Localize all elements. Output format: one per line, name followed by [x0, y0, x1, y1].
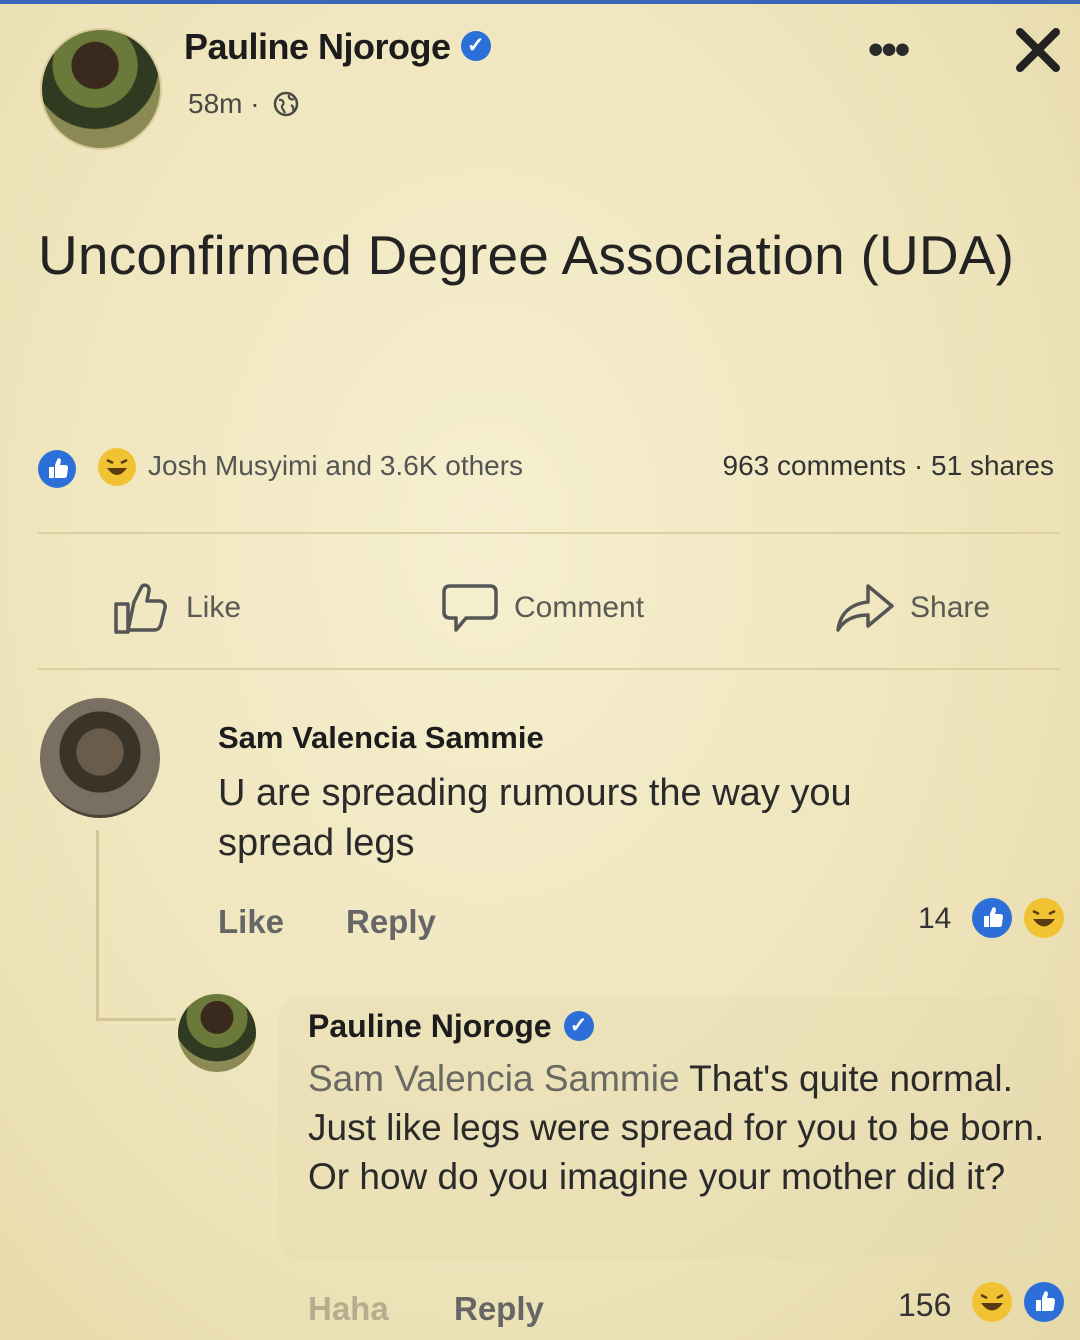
thread-line	[96, 830, 99, 1020]
reply-reply-button[interactable]: Reply	[454, 1290, 544, 1328]
comment-icon	[442, 584, 498, 632]
haha-reaction-icon	[972, 1282, 1012, 1322]
comment-text: U are spreading rumours the way you spre…	[218, 772, 852, 864]
haha-reaction-icon	[98, 448, 136, 486]
comments-shares-count[interactable]: 963 comments · 51 shares	[723, 450, 1055, 482]
comment-label: Comment	[514, 591, 645, 624]
post-time[interactable]: 58m	[188, 88, 242, 119]
more-icon[interactable]: •••	[868, 28, 910, 72]
like-icon	[114, 583, 167, 634]
comment-like-button[interactable]: Like	[218, 903, 284, 941]
like-reaction-icon	[972, 898, 1012, 938]
like-reaction-icon	[1024, 1282, 1064, 1322]
verified-icon: ✓	[460, 31, 491, 62]
haha-reaction-icon	[1024, 898, 1064, 938]
reply-author[interactable]: Pauline Njoroge ✓	[308, 1008, 594, 1045]
comment-reaction-count[interactable]: 14	[918, 902, 951, 936]
top-border	[0, 0, 1080, 4]
divider	[38, 532, 1060, 534]
verified-icon: ✓	[563, 1010, 594, 1041]
reactions-summary[interactable]: Josh Musyimi and 3.6K others 963 comment…	[38, 448, 1068, 488]
reply-text: Sam Valencia Sammie That's quite normal.…	[308, 1054, 1048, 1201]
post-author-name[interactable]: Pauline Njoroge	[184, 26, 451, 67]
reply-reaction-count[interactable]: 156	[898, 1287, 951, 1324]
reply-author-name[interactable]: Pauline Njoroge	[308, 1008, 552, 1044]
reactors-text[interactable]: Josh Musyimi and 3.6K others	[148, 450, 523, 482]
like-label: Like	[186, 591, 242, 624]
divider	[38, 668, 1060, 670]
globe-icon	[274, 91, 299, 116]
comment-reply-button[interactable]: Reply	[346, 903, 436, 941]
commenter-avatar[interactable]	[40, 698, 160, 818]
post-meta: 58m ·	[188, 88, 299, 120]
close-icon[interactable]	[1010, 22, 1066, 78]
reply-mention[interactable]: Sam Valencia Sammie	[308, 1058, 680, 1099]
author-avatar[interactable]	[40, 28, 162, 150]
post-author[interactable]: Pauline Njoroge ✓	[184, 26, 491, 68]
like-button[interactable]: Like	[112, 580, 241, 636]
thread-line	[96, 1018, 176, 1021]
post-text: Unconfirmed Degree Association (UDA)	[38, 224, 1015, 286]
share-label: Share	[910, 591, 991, 624]
comment-button[interactable]: Comment	[440, 580, 644, 636]
like-reaction-icon	[38, 450, 76, 488]
reply-author-avatar[interactable]	[178, 994, 256, 1072]
share-icon	[836, 584, 894, 632]
share-button[interactable]: Share	[834, 580, 990, 636]
reply-haha-button[interactable]: Haha	[308, 1290, 389, 1328]
comment-author[interactable]: Sam Valencia Sammie	[218, 720, 544, 756]
